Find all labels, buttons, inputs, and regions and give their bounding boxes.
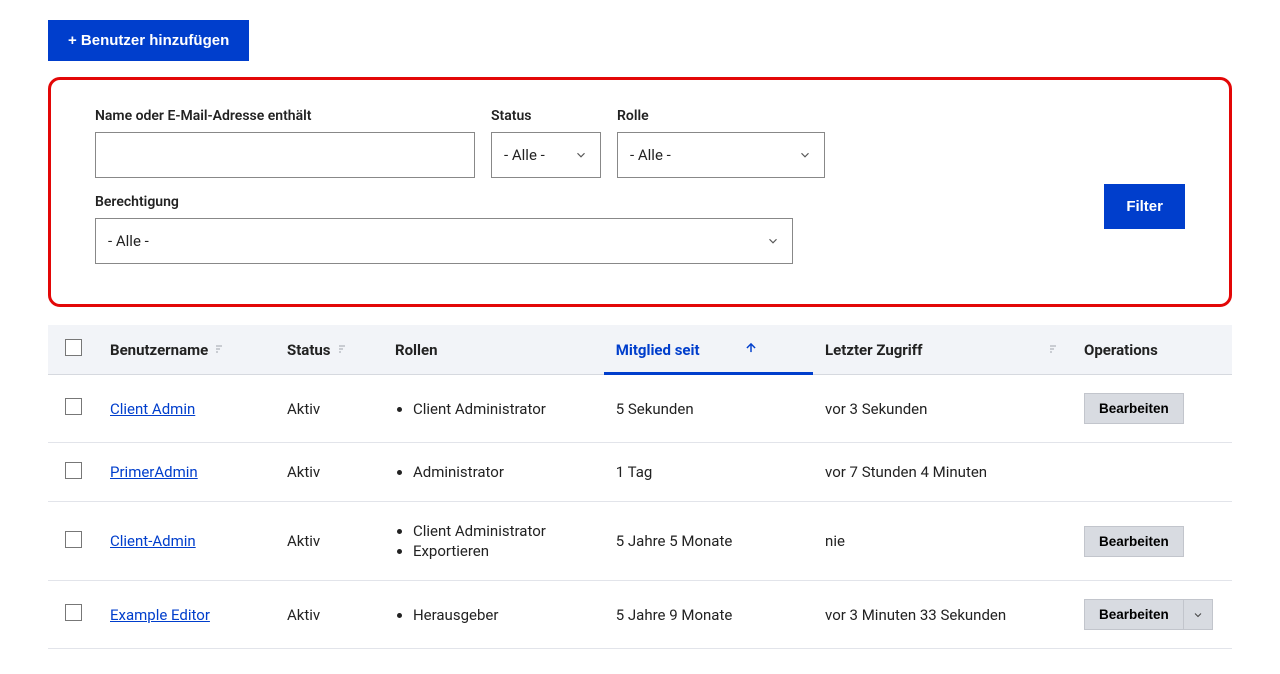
member-since-cell: 5 Jahre 9 Monate <box>604 581 813 649</box>
filter-status-label: Status <box>491 108 601 124</box>
filter-role-field: Rolle - Alle - <box>617 108 825 178</box>
user-link[interactable]: Client-Admin <box>110 532 196 550</box>
table-row: Example Editor Aktiv Herausgeber 5 Jahre 9 … <box>48 581 1232 649</box>
filter-status-field: Status - Alle - <box>491 108 601 178</box>
filter-role-label: Rolle <box>617 108 825 124</box>
header-checkbox-cell <box>48 325 98 375</box>
sort-icon <box>214 341 226 359</box>
filter-action: Filter <box>1104 108 1185 264</box>
filter-permission-value: - Alle - <box>108 232 149 250</box>
sort-underline <box>604 372 813 375</box>
header-roles: Rollen <box>383 325 604 375</box>
sort-icon <box>1048 341 1060 359</box>
chevron-down-icon <box>1192 609 1204 621</box>
last-access-cell: vor 3 Sekunden <box>813 375 1072 443</box>
status-cell: Aktiv <box>275 375 383 443</box>
member-since-cell: 1 Tag <box>604 443 813 502</box>
edit-button[interactable]: Bearbeiten <box>1084 393 1184 424</box>
header-status[interactable]: Status <box>275 325 383 375</box>
filter-name-field: Name oder E-Mail-Adresse enthält <box>95 108 475 178</box>
edit-dropdown-button[interactable] <box>1184 599 1213 630</box>
select-all-checkbox[interactable] <box>65 339 82 356</box>
header-member-since[interactable]: Mitglied seit <box>604 325 813 375</box>
row-checkbox[interactable] <box>65 531 82 548</box>
chevron-down-icon <box>798 148 812 162</box>
users-table-wrap: Benutzername Status Rollen Mitglied seit <box>48 325 1232 649</box>
header-username[interactable]: Benutzername <box>98 325 275 375</box>
last-access-cell: nie <box>813 502 1072 581</box>
edit-button[interactable]: Bearbeiten <box>1084 526 1184 557</box>
table-row: PrimerAdmin Aktiv Administrator 1 Tagvor 7 … <box>48 443 1232 502</box>
header-last-access-label: Letzter Zugriff <box>825 341 922 359</box>
last-access-cell: vor 3 Minuten 33 Sekunden <box>813 581 1072 649</box>
chevron-down-icon <box>766 234 780 248</box>
arrow-up-icon <box>744 341 758 359</box>
filter-name-label: Name oder E-Mail-Adresse enthält <box>95 108 475 124</box>
edit-button[interactable]: Bearbeiten <box>1084 599 1184 630</box>
row-checkbox[interactable] <box>65 398 82 415</box>
status-cell: Aktiv <box>275 581 383 649</box>
filter-role-select[interactable]: - Alle - <box>617 132 825 178</box>
user-link[interactable]: Client Admin <box>110 400 195 418</box>
table-row: Client Admin Aktiv Client Administrator 5 S… <box>48 375 1232 443</box>
table-row: Client-Admin Aktiv Client Administrator Exp… <box>48 502 1232 581</box>
sort-icon <box>337 341 349 359</box>
role-item: Client Administrator <box>413 522 592 540</box>
last-access-cell: vor 7 Stunden 4 Minuten <box>813 443 1072 502</box>
status-cell: Aktiv <box>275 502 383 581</box>
roles-list: Client Administrator Exportieren <box>395 522 592 560</box>
filter-role-value: - Alle - <box>630 146 671 164</box>
filter-button[interactable]: Filter <box>1104 184 1185 229</box>
header-roles-label: Rollen <box>395 341 438 359</box>
chevron-down-icon <box>574 148 588 162</box>
header-status-label: Status <box>287 341 331 359</box>
user-link[interactable]: PrimerAdmin <box>110 463 198 481</box>
member-since-cell: 5 Jahre 5 Monate <box>604 502 813 581</box>
filter-panel: Name oder E-Mail-Adresse enthält Status … <box>48 77 1232 307</box>
user-link[interactable]: Example Editor <box>110 606 210 624</box>
header-operations-label: Operations <box>1084 341 1158 359</box>
roles-list: Administrator <box>395 463 592 481</box>
filter-permission-select[interactable]: - Alle - <box>95 218 793 264</box>
add-user-button[interactable]: + Benutzer hinzufügen <box>48 20 249 61</box>
roles-list: Client Administrator <box>395 400 592 418</box>
header-member-since-label: Mitglied seit <box>616 341 700 359</box>
roles-list: Herausgeber <box>395 606 592 624</box>
filter-permission-field: Berechtigung - Alle - <box>95 194 793 264</box>
filter-name-input[interactable] <box>95 132 475 178</box>
member-since-cell: 5 Sekunden <box>604 375 813 443</box>
role-item: Exportieren <box>413 542 592 560</box>
filter-status-select[interactable]: - Alle - <box>491 132 601 178</box>
role-item: Herausgeber <box>413 606 592 624</box>
header-username-label: Benutzername <box>110 341 208 359</box>
role-item: Client Administrator <box>413 400 592 418</box>
row-checkbox[interactable] <box>65 462 82 479</box>
status-cell: Aktiv <box>275 443 383 502</box>
row-checkbox[interactable] <box>65 604 82 621</box>
header-operations: Operations <box>1072 325 1232 375</box>
header-last-access[interactable]: Letzter Zugriff <box>813 325 1072 375</box>
role-item: Administrator <box>413 463 592 481</box>
filter-permission-label: Berechtigung <box>95 194 793 210</box>
users-table: Benutzername Status Rollen Mitglied seit <box>48 325 1232 649</box>
filter-status-value: - Alle - <box>504 146 545 164</box>
